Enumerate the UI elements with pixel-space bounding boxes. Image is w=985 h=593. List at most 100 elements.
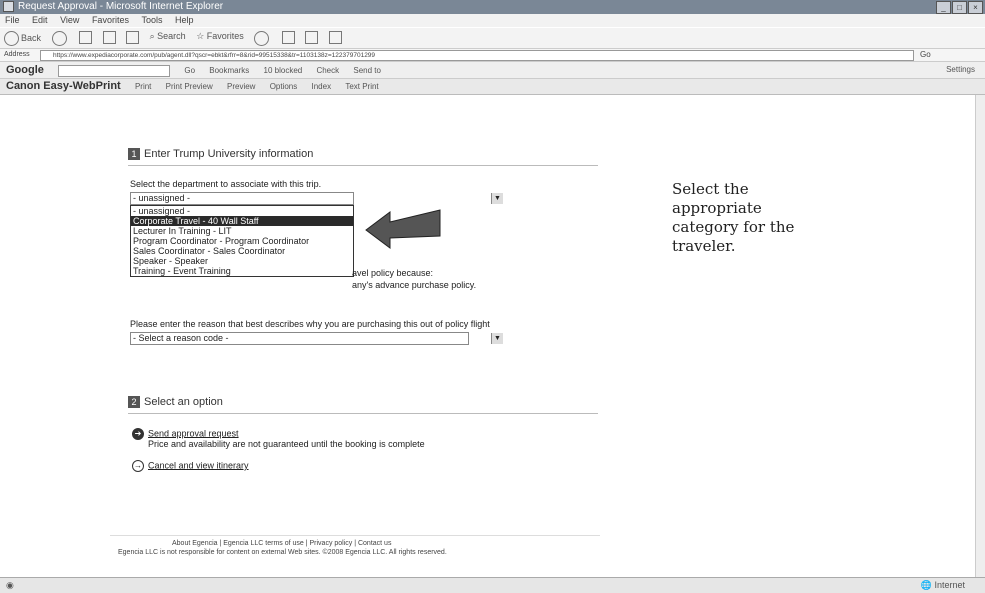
canon-logo: Canon Easy-WebPrint [6,80,121,92]
department-option[interactable]: Training - Event Training [131,266,353,276]
footer-divider [110,535,600,536]
canon-index[interactable]: Index [312,82,332,91]
back-label: Back [21,32,42,43]
send-approval-link[interactable]: Send approval request [148,428,239,438]
send-to[interactable]: Send to [353,66,381,75]
address-bar: Address https://www.expediacorporate.com… [0,49,985,62]
department-option[interactable]: - unassigned - [131,206,353,216]
window-controls: _ □ × [935,1,983,15]
department-select[interactable]: - unassigned - ▼ [130,192,503,205]
popup-blocked[interactable]: 10 blocked [264,66,303,75]
arrow-right-icon: → [132,460,144,472]
forward-button[interactable] [51,31,69,46]
mail-icon [305,31,319,44]
section-1-number: 1 [128,148,140,161]
print-button[interactable] [328,31,342,44]
menu-edit[interactable]: Edit [32,15,48,25]
status-bar: ◉ 🌐 Internet [0,577,985,593]
home-button[interactable] [126,31,140,44]
menu-tools[interactable]: Tools [141,15,162,25]
browser-toolbar: Back ⌕ Search ☆ Favorites [0,28,985,49]
reason-label: Please enter the reason that best descri… [130,319,490,329]
zone-label: Internet [934,580,965,590]
refresh-button[interactable] [102,31,116,44]
arrow-right-icon: ➔ [132,428,144,440]
chevron-down-icon[interactable]: ▼ [491,193,503,204]
send-approval-description: Price and availability are not guarantee… [148,439,425,449]
canon-options[interactable]: Options [270,82,298,91]
canon-preview[interactable]: Preview [227,82,255,91]
section-1-heading: 1 Enter Trump University information [128,148,314,161]
stop-icon [79,31,93,44]
page-status-icon: ◉ [6,580,14,590]
globe-icon: 🌐 [920,580,932,590]
google-settings[interactable]: Settings [946,62,975,78]
google-bookmarks[interactable]: Bookmarks [209,66,249,75]
canon-text-print[interactable]: Text Print [345,82,378,91]
star-icon: ☆ [196,31,205,41]
search-label: Search [157,31,186,41]
ie-icon [3,1,14,12]
reason-code-value: - Select a reason code - [133,333,229,343]
home-icon [126,31,140,44]
vertical-scrollbar[interactable] [975,95,985,577]
forward-arrow-icon [51,31,67,46]
menu-bar: File Edit View Favorites Tools Help [0,14,985,27]
menu-file[interactable]: File [5,15,20,25]
history-icon [281,31,295,44]
menu-favorites[interactable]: Favorites [92,15,129,25]
refresh-icon [102,31,116,44]
stop-button[interactable] [79,31,93,44]
media-button[interactable] [254,31,271,46]
send-approval-option: ➔ Send approval request Price and availab… [132,428,425,449]
mail-button[interactable] [305,31,319,44]
favorites-label: Favorites [206,31,244,41]
chevron-down-icon[interactable]: ▼ [491,333,503,344]
google-logo: Google [6,64,44,76]
favorites-button[interactable]: ☆ Favorites [196,31,244,42]
address-input[interactable]: https://www.expediacorporate.com/pub/age… [40,50,914,61]
cancel-view-itinerary-link[interactable]: Cancel and view itinerary [148,460,249,470]
footer-legal: Egencia LLC is not responsible for conte… [118,549,447,556]
media-icon [254,31,270,46]
policy-advance-text: any's advance purchase policy. [352,280,477,290]
menu-view[interactable]: View [60,15,79,25]
section-2-title: Select an option [144,396,223,408]
search-button[interactable]: ⌕ Search [150,31,186,42]
back-button[interactable]: Back [4,31,41,46]
security-zone: 🌐 Internet [921,578,965,593]
section-1-divider [128,165,598,166]
department-dropdown-list: - unassigned - Corporate Travel - 40 Wal… [130,205,354,277]
spell-check[interactable]: Check [316,66,339,75]
canon-print-preview[interactable]: Print Preview [166,82,213,91]
window-title-bar: Request Approval - Microsoft Internet Ex… [0,0,985,14]
footer-links[interactable]: About Egencia | Egencia LLC terms of use… [172,540,391,547]
canon-print[interactable]: Print [135,82,151,91]
pointer-arrow-icon [365,209,441,249]
cancel-option: → Cancel and view itinerary [132,460,249,472]
address-go-button[interactable]: Go [920,49,931,61]
section-1-title: Enter Trump University information [144,148,314,160]
reason-code-select[interactable]: - Select a reason code - ▼ [130,332,503,345]
department-select-value: - unassigned - [133,193,191,203]
history-button[interactable] [281,31,295,44]
back-arrow-icon [4,31,19,46]
menu-help[interactable]: Help [175,15,194,25]
department-option[interactable]: Speaker - Speaker [131,256,353,266]
maximize-icon[interactable]: □ [952,1,967,14]
close-icon[interactable]: × [968,1,983,14]
section-2-heading: 2 Select an option [128,396,223,409]
canon-toolbar: Canon Easy-WebPrint Print Print Preview … [0,79,985,95]
minimize-icon[interactable]: _ [936,1,951,14]
department-label: Select the department to associate with … [130,179,322,189]
department-option-selected[interactable]: Corporate Travel - 40 Wall Staff [131,216,353,226]
search-icon: ⌕ [149,31,155,41]
department-option[interactable]: Sales Coordinator - Sales Coordinator [131,246,353,256]
policy-reason-text: avel policy because: [352,268,434,278]
department-option[interactable]: Lecturer In Training - LIT [131,226,353,236]
address-label: Address [4,51,30,58]
section-2-divider [128,413,598,414]
google-go-button[interactable]: Go [184,66,195,75]
google-search-box[interactable] [58,64,171,77]
department-option[interactable]: Program Coordinator - Program Coordinato… [131,236,353,246]
